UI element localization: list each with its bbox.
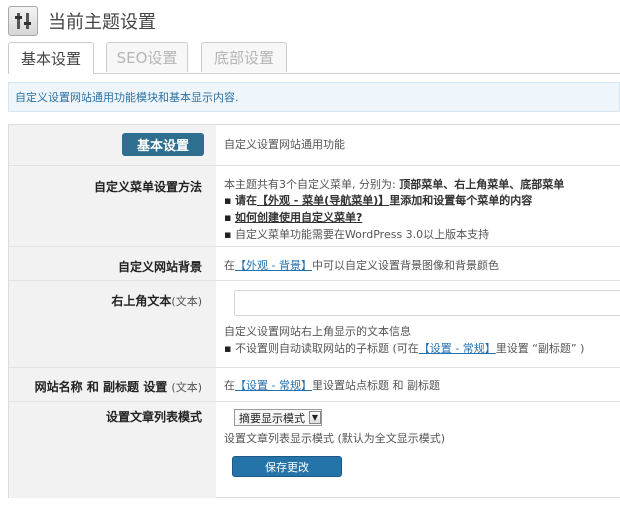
menu-bullet-2: ▪ 如何创建使用自定义菜单?	[224, 211, 363, 224]
plain-text: 在	[224, 259, 235, 272]
bullet-text: 自定义菜单功能需要在WordPress 3.0以上版本支持	[234, 228, 490, 241]
row-label-cell: 设置文章列表模式	[9, 402, 216, 452]
plain-text: 在	[224, 379, 235, 392]
section-description: 自定义设置网站通用功能	[224, 138, 345, 151]
topright-help: 自定义设置网站右上角显示的文本信息	[224, 325, 411, 338]
site-name-label: 网站名称 和 副标题 设置 (文本)	[9, 378, 202, 395]
menu-list-text: 顶部菜单、右上角菜单、底部菜单	[399, 178, 565, 191]
background-label: 自定义网站背景	[117, 260, 202, 274]
menu-settings-label: 自定义菜单设置方法	[93, 180, 202, 194]
site-name-row: 网站名称 和 副标题 设置 (文本) 在【设置 - 常规】里设置站点标题 和 副…	[9, 368, 620, 402]
save-changes-button[interactable]: 保存更改	[232, 456, 342, 477]
section-basic-settings-button[interactable]: 基本设置	[122, 133, 204, 156]
label-text: 网站名称 和 副标题 设置	[34, 380, 168, 394]
topright-bullet: ▪ 不设置则自动读取网站的子标题 (可在【设置 - 常规】里设置 “副标题” )	[224, 342, 585, 355]
section-header-row: 基本设置 自定义设置网站通用功能	[9, 125, 620, 166]
plain-text: 里设置站点标题 和 副标题	[311, 379, 440, 392]
settings-general-link[interactable]: 【设置 - 常规】	[235, 379, 312, 392]
topright-label: 右上角文本(文本)	[9, 292, 202, 309]
row-value-cell: 在【设置 - 常规】里设置站点标题 和 副标题	[224, 368, 620, 401]
list-mode-row: 设置文章列表模式 摘要显示模式 ▼ 设置文章列表显示模式 (默认为全文显示模式)	[9, 402, 620, 452]
list-mode-select[interactable]: 摘要显示模式 ▼	[234, 409, 322, 426]
row-value-cell: 在【外观 - 背景】中可以自定义设置背景图像和背景颜色	[224, 247, 620, 280]
row-label-cell	[9, 452, 216, 498]
menu-bullet-3: ▪ 自定义菜单功能需要在WordPress 3.0以上版本支持	[224, 228, 490, 241]
settings-sliders-icon	[8, 6, 38, 36]
page-header: 当前主题设置	[8, 6, 156, 36]
select-value: 摘要显示模式	[239, 411, 305, 425]
row-label-cell: 右上角文本(文本)	[9, 281, 216, 367]
tab-bar: 基本设置 SEO设置 底部设置	[8, 42, 620, 74]
row-value-cell: 保存更改	[224, 452, 620, 498]
list-mode-help: 设置文章列表显示模式 (默认为全文显示模式)	[224, 432, 446, 445]
tab-basic-settings[interactable]: 基本设置	[8, 42, 94, 74]
row-value-cell: 自定义设置网站通用功能	[224, 125, 620, 165]
label-suffix: (文本)	[171, 295, 202, 308]
row-label-cell: 自定义网站背景	[9, 247, 216, 280]
plain-text: 不设置则自动读取网站的子标题 (可在	[234, 342, 419, 355]
how-to-custom-menu-link[interactable]: 如何创建使用自定义菜单?	[235, 211, 362, 224]
topright-text-input[interactable]	[234, 290, 620, 316]
plain-text: 中可以自定义设置背景图像和背景颜色	[311, 259, 499, 272]
save-row: 保存更改	[9, 452, 620, 498]
label-text: 右上角文本	[111, 294, 172, 308]
menu-bullet-1: ▪ 请在【外观 - 菜单(导航菜单)】里添加和设置每个菜单的内容	[224, 194, 533, 207]
appearance-menus-link[interactable]: 【外观 - 菜单(导航菜单)】	[257, 194, 389, 207]
background-row: 自定义网站背景 在【外观 - 背景】中可以自定义设置背景图像和背景颜色	[9, 247, 620, 281]
row-value-cell: 摘要显示模式 ▼ 设置文章列表显示模式 (默认为全文显示模式)	[224, 402, 620, 452]
bullet-text: 里添加和设置每个菜单的内容	[389, 194, 533, 207]
tab-seo-settings[interactable]: SEO设置	[106, 42, 188, 72]
bullet-text: 请在	[234, 194, 257, 207]
menu-intro-text: 本主题共有3个自定义菜单, 分别为:	[224, 178, 400, 191]
menu-intro: 本主题共有3个自定义菜单, 分别为: 顶部菜单、右上角菜单、底部菜单	[224, 176, 564, 192]
row-value-cell: 本主题共有3个自定义菜单, 分别为: 顶部菜单、右上角菜单、底部菜单 ▪ 请在【…	[224, 166, 620, 246]
appearance-background-link[interactable]: 【外观 - 背景】	[235, 259, 312, 272]
topright-text-row: 右上角文本(文本) 自定义设置网站右上角显示的文本信息 ▪ 不设置则自动读取网站…	[9, 281, 620, 368]
list-mode-label: 设置文章列表模式	[105, 410, 202, 424]
row-label-cell: 基本设置	[9, 125, 216, 165]
row-value-cell: 自定义设置网站右上角显示的文本信息 ▪ 不设置则自动读取网站的子标题 (可在【设…	[224, 281, 620, 367]
page-title: 当前主题设置	[48, 12, 156, 33]
row-label-cell: 自定义菜单设置方法	[9, 166, 216, 246]
label-suffix: (文本)	[171, 381, 202, 394]
settings-form: 基本设置 自定义设置网站通用功能 自定义菜单设置方法 本主题共有3个自定义菜单,…	[8, 124, 620, 498]
chevron-down-icon[interactable]: ▼	[309, 411, 321, 424]
tab-footer-settings[interactable]: 底部设置	[201, 42, 287, 72]
menu-settings-row: 自定义菜单设置方法 本主题共有3个自定义菜单, 分别为: 顶部菜单、右上角菜单、…	[9, 166, 620, 247]
background-text: 在【外观 - 背景】中可以自定义设置背景图像和背景颜色	[224, 257, 499, 273]
plain-text: 里设置 “副标题” )	[495, 342, 585, 355]
row-label-cell: 网站名称 和 副标题 设置 (文本)	[9, 368, 216, 401]
settings-general-link[interactable]: 【设置 - 常规】	[419, 342, 496, 355]
site-name-text: 在【设置 - 常规】里设置站点标题 和 副标题	[224, 377, 440, 393]
info-notice: 自定义设置网站通用功能模块和基本显示内容.	[8, 82, 620, 112]
